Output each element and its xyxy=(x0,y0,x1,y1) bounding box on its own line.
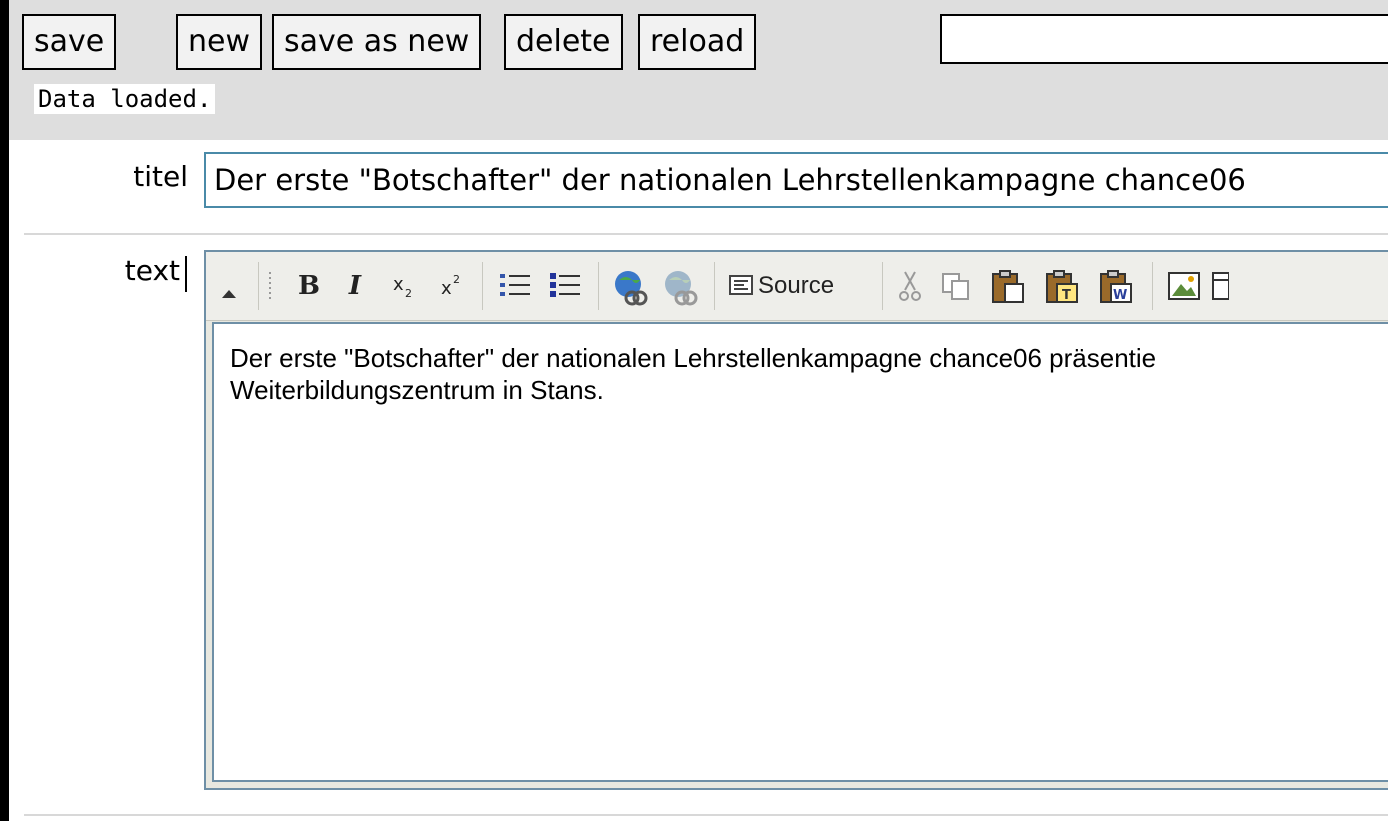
cut-icon[interactable] xyxy=(892,268,928,304)
titel-label: titel xyxy=(133,160,188,193)
svg-text:2: 2 xyxy=(453,273,460,286)
search-input[interactable] xyxy=(940,14,1388,64)
text-cursor xyxy=(185,256,187,292)
text-label: text xyxy=(124,254,180,287)
svg-text:x: x xyxy=(393,274,404,295)
toolbar-grip-icon xyxy=(266,268,274,304)
paste-icon[interactable] xyxy=(986,268,1030,304)
divider-bottom xyxy=(24,814,1388,816)
collapse-icon[interactable] xyxy=(216,268,242,304)
bold-icon[interactable]: B xyxy=(290,268,328,304)
table-icon[interactable] xyxy=(1210,268,1230,304)
save-as-new-button[interactable]: save as new xyxy=(272,14,482,70)
unlink-icon[interactable] xyxy=(658,268,702,306)
copy-icon[interactable] xyxy=(936,268,976,304)
editor-content-line: Der erste "Botschafter" der nationalen L… xyxy=(230,343,1157,373)
window-left-border xyxy=(0,0,9,821)
source-button-label[interactable]: Source xyxy=(758,268,858,304)
editor-toolbar: B I x2 x2 Source T W xyxy=(206,252,1388,321)
link-icon[interactable] xyxy=(608,268,652,306)
source-icon[interactable] xyxy=(726,268,756,304)
svg-text:2: 2 xyxy=(405,287,412,300)
svg-text:T: T xyxy=(1062,288,1071,303)
divider xyxy=(24,233,1388,235)
bulleted-list-icon[interactable] xyxy=(544,268,586,304)
svg-text:W: W xyxy=(1113,288,1127,303)
image-icon[interactable] xyxy=(1164,268,1204,304)
new-button[interactable]: new xyxy=(176,14,263,70)
rich-text-editor[interactable]: B I x2 x2 Source T W Der erste "Botschaf… xyxy=(204,250,1388,790)
save-button[interactable]: save xyxy=(22,14,117,70)
status-message: Data loaded. xyxy=(34,84,216,114)
subscript-icon[interactable]: x2 xyxy=(384,268,424,304)
italic-icon[interactable]: I xyxy=(336,268,374,304)
editor-content-area[interactable]: Der erste "Botschafter" der nationalen L… xyxy=(212,322,1388,782)
editor-content-line: Weiterbildungszentrum in Stans. xyxy=(230,375,604,405)
reload-button[interactable]: reload xyxy=(638,14,757,70)
paste-word-icon[interactable]: W xyxy=(1094,268,1138,304)
superscript-icon[interactable]: x2 xyxy=(432,268,472,304)
svg-text:x: x xyxy=(441,278,452,299)
titel-field[interactable]: Der erste "Botschafter" der nationalen L… xyxy=(204,152,1388,208)
numbered-list-icon[interactable] xyxy=(494,268,536,304)
paste-text-icon[interactable]: T xyxy=(1040,268,1084,304)
delete-button[interactable]: delete xyxy=(504,14,623,70)
